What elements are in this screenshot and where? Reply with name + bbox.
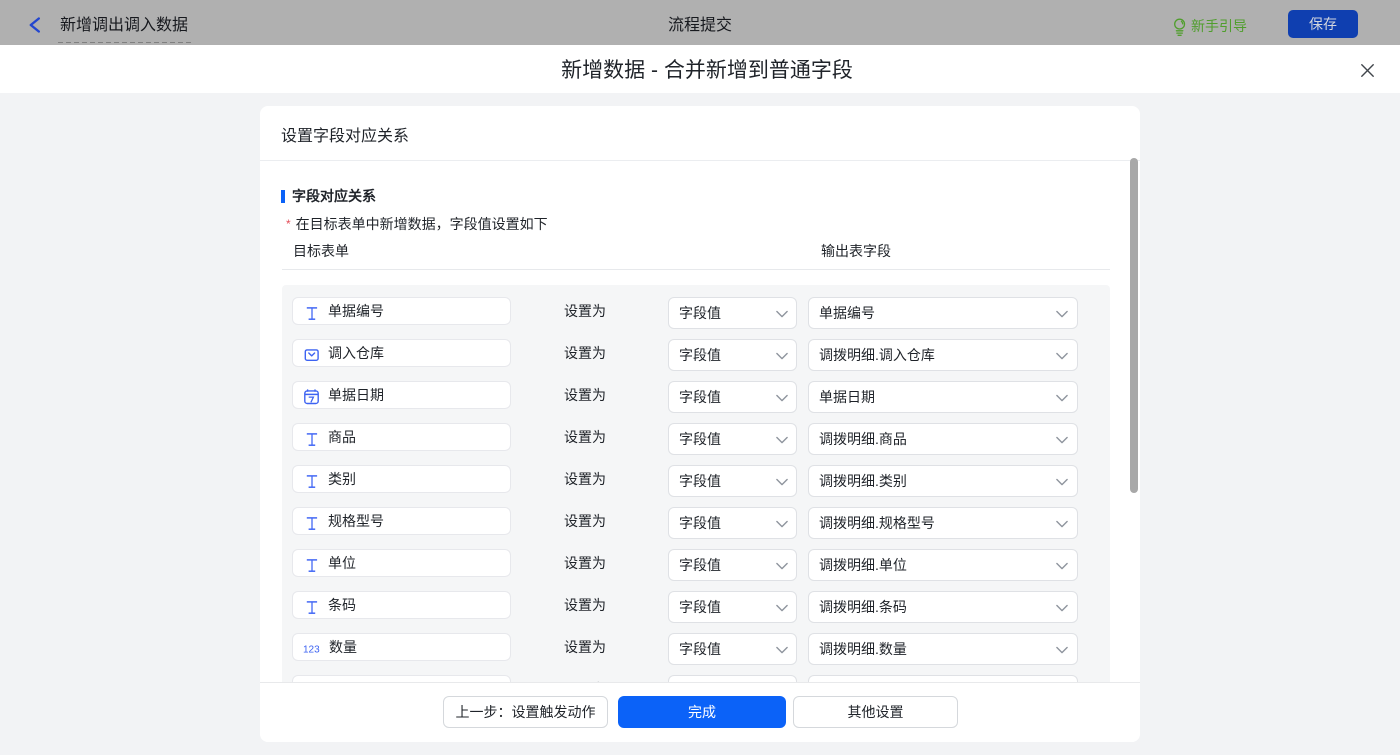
svg-text:123: 123 (303, 645, 320, 654)
